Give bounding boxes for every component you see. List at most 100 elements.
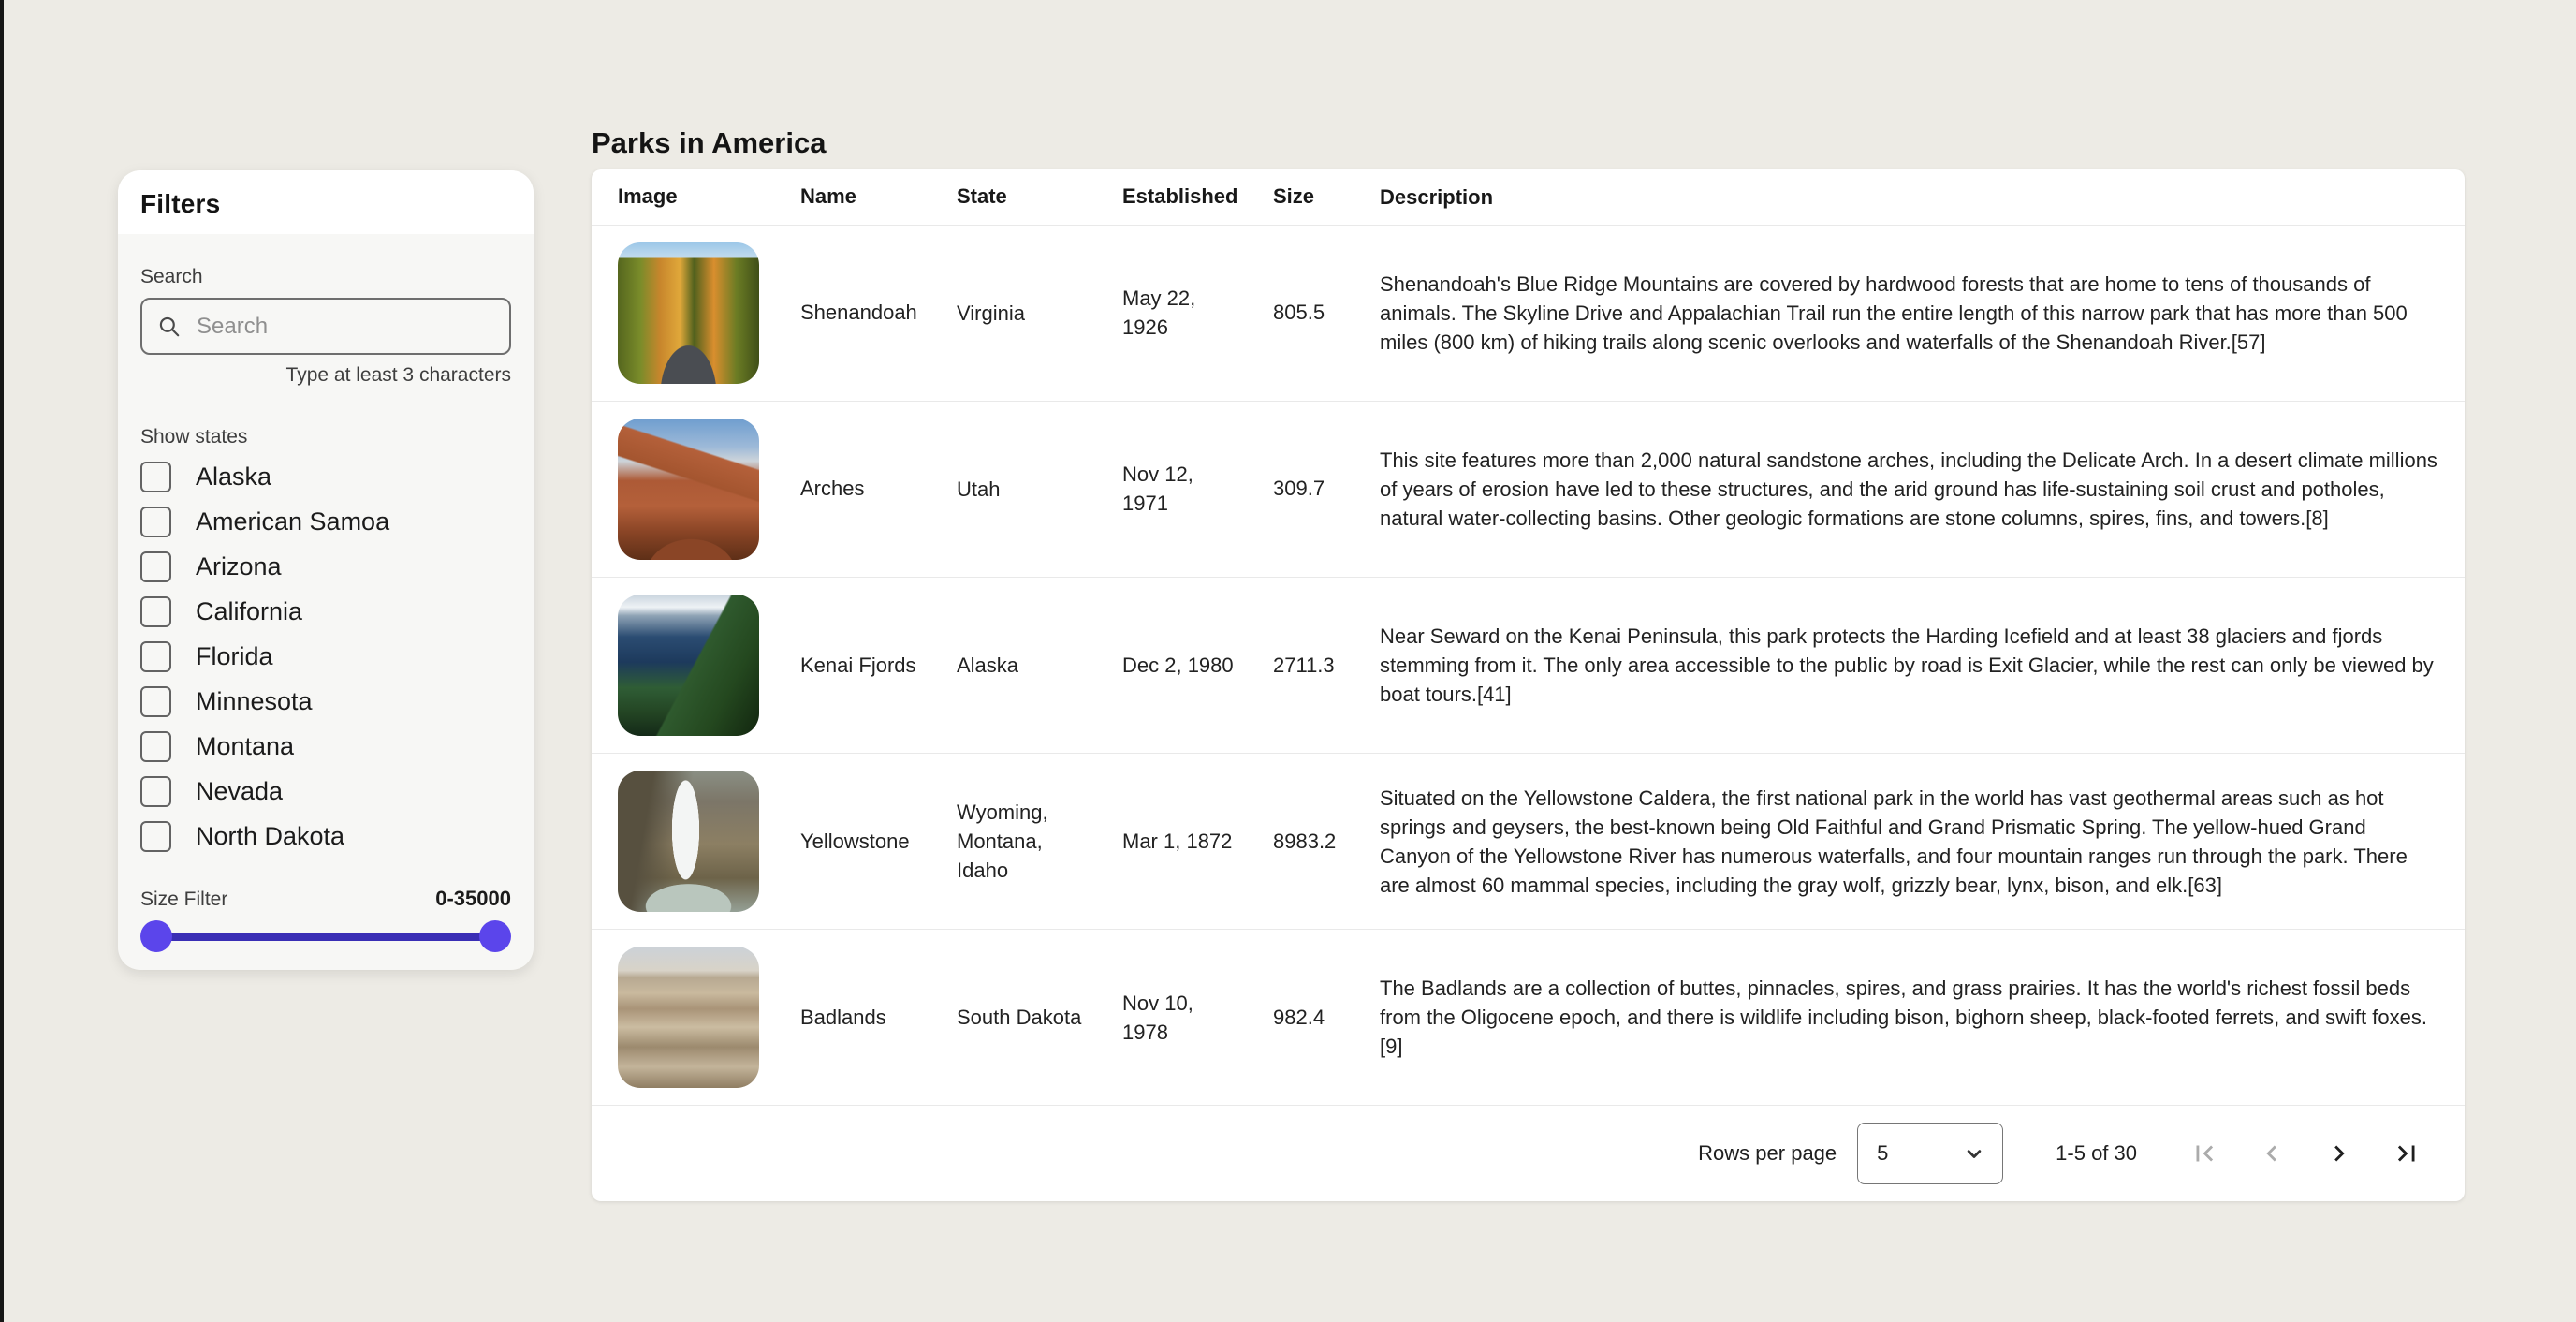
park-state: South Dakota [957, 1003, 1097, 1032]
park-established: Mar 1, 1872 [1122, 827, 1242, 856]
checkbox-alaska[interactable] [140, 462, 171, 492]
park-state: Virginia [957, 299, 1097, 328]
park-description: This site features more than 2,000 natur… [1380, 446, 2438, 533]
table-row-arches: Arches Utah Nov 12, 1971 309.7 This site… [592, 401, 2465, 577]
last-page-button[interactable] [2390, 1137, 2423, 1170]
checkbox-north-dakota[interactable] [140, 821, 171, 852]
park-size: 805.5 [1273, 301, 1380, 325]
state-option-nevada: Nevada [140, 769, 511, 814]
state-option-alaska: Alaska [140, 454, 511, 499]
search-icon [157, 315, 182, 339]
park-size: 2711.3 [1273, 654, 1380, 678]
column-header-image: Image [618, 184, 800, 209]
state-option-label: California [196, 597, 302, 626]
table-row-yellowstone: Yellowstone Wyoming, Montana, Idaho Mar … [592, 753, 2465, 929]
checkbox-florida[interactable] [140, 641, 171, 672]
search-helper-text: Type at least 3 characters [140, 364, 511, 387]
checkbox-california[interactable] [140, 596, 171, 627]
checkbox-american-samoa[interactable] [140, 507, 171, 537]
state-option-florida: Florida [140, 634, 511, 679]
state-option-label: Alaska [196, 463, 271, 492]
search-input[interactable] [195, 313, 494, 341]
state-option-minnesota: Minnesota [140, 679, 511, 724]
size-range-slider [140, 920, 511, 952]
column-header-state: State [957, 184, 1122, 209]
state-option-american-samoa: American Samoa [140, 499, 511, 544]
search-label: Search [140, 266, 511, 288]
state-option-label: Minnesota [196, 687, 313, 716]
parks-table: Image Name State Established Size Descri… [592, 169, 2465, 1201]
table-header-row: Image Name State Established Size Descri… [592, 169, 2465, 225]
park-state: Utah [957, 475, 1097, 504]
park-image-arches [618, 419, 759, 560]
table-row-badlands: Badlands South Dakota Nov 10, 1978 982.4… [592, 929, 2465, 1105]
parks-app: { "page": { "title": "Parks in America" … [0, 0, 2576, 1322]
last-page-icon [2391, 1138, 2422, 1169]
filters-panel: Filters Search Type at least 3 character… [118, 170, 534, 970]
filters-body: Search Type at least 3 characters Show s… [118, 266, 534, 952]
checkbox-minnesota[interactable] [140, 686, 171, 717]
rows-per-page-label: Rows per page [1698, 1141, 1837, 1166]
park-state: Wyoming, Montana, Idaho [957, 798, 1097, 885]
first-page-icon [2188, 1138, 2220, 1169]
screen-left-edge [0, 0, 4, 1322]
next-page-button[interactable] [2322, 1137, 2356, 1170]
filters-title: Filters [140, 189, 511, 219]
rows-per-page-value: 5 [1877, 1141, 1888, 1166]
park-description: Shenandoah's Blue Ridge Mountains are co… [1380, 270, 2438, 357]
checkbox-nevada[interactable] [140, 776, 171, 807]
chevron-down-icon [1961, 1140, 1987, 1167]
park-state: Alaska [957, 651, 1097, 680]
page-title: Parks in America [592, 126, 826, 160]
park-name: Shenandoah [800, 301, 957, 325]
state-option-label: Arizona [196, 552, 282, 581]
states-group-label: Show states [140, 426, 511, 448]
park-size: 309.7 [1273, 477, 1380, 501]
filters-header: Filters [118, 170, 534, 234]
park-image-badlands [618, 947, 759, 1088]
park-size: 8983.2 [1273, 830, 1380, 854]
slider-thumb-min[interactable] [140, 920, 172, 952]
previous-page-button[interactable] [2255, 1137, 2289, 1170]
size-filter-label: Size Filter [140, 889, 227, 911]
park-description: The Badlands are a collection of buttes,… [1380, 974, 2438, 1061]
slider-track[interactable] [148, 933, 504, 941]
park-name: Yellowstone [800, 830, 957, 854]
rows-per-page-select[interactable]: 5 [1857, 1123, 2003, 1184]
slider-thumb-max[interactable] [479, 920, 511, 952]
column-header-name: Name [800, 184, 957, 209]
park-name: Arches [800, 477, 957, 501]
park-established: May 22, 1926 [1122, 284, 1242, 342]
states-filter-group: Show states Alaska American Samoa Arizon… [140, 426, 511, 859]
table-pagination: Rows per page 5 1-5 of 30 [592, 1105, 2465, 1201]
table-row-shenandoah: Shenandoah Virginia May 22, 1926 805.5 S… [592, 225, 2465, 401]
park-name: Kenai Fjords [800, 654, 957, 678]
table-row-kenai-fjords: Kenai Fjords Alaska Dec 2, 1980 2711.3 N… [592, 577, 2465, 753]
next-page-icon [2323, 1138, 2355, 1169]
previous-page-icon [2256, 1138, 2288, 1169]
checkbox-montana[interactable] [140, 731, 171, 762]
park-description: Near Seward on the Kenai Peninsula, this… [1380, 622, 2438, 709]
state-option-north-dakota: North Dakota [140, 814, 511, 859]
state-option-label: American Samoa [196, 507, 389, 536]
state-option-arizona: Arizona [140, 544, 511, 589]
pagination-range-label: 1-5 of 30 [2056, 1141, 2137, 1166]
state-option-label: Montana [196, 732, 294, 761]
park-image-yellowstone [618, 771, 759, 912]
size-filter-group: Size Filter 0-35000 [140, 887, 511, 952]
search-box[interactable] [140, 298, 511, 355]
column-header-established: Established [1122, 184, 1273, 209]
park-name: Badlands [800, 1006, 957, 1030]
park-image-kenai-fjords [618, 595, 759, 736]
state-option-california: California [140, 589, 511, 634]
size-filter-range-value: 0-35000 [435, 887, 511, 911]
checkbox-arizona[interactable] [140, 551, 171, 582]
column-header-description: Description [1380, 183, 2438, 212]
column-header-size: Size [1273, 184, 1380, 209]
park-established: Dec 2, 1980 [1122, 651, 1242, 680]
park-established: Nov 10, 1978 [1122, 989, 1242, 1047]
park-size: 982.4 [1273, 1006, 1380, 1030]
state-option-label: North Dakota [196, 822, 344, 851]
state-option-label: Florida [196, 642, 273, 671]
first-page-button[interactable] [2188, 1137, 2221, 1170]
